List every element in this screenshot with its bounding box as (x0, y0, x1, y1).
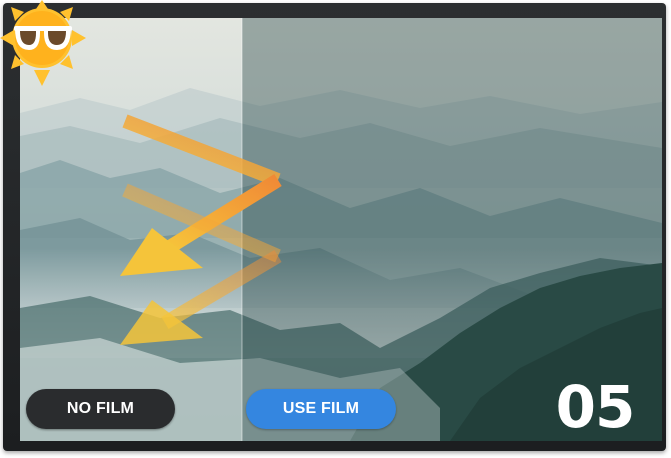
film-comparison-panel: NO FILM USE FILM 05 (0, 0, 671, 458)
step-number: 05 (555, 373, 636, 441)
sun-with-sunglasses-icon (0, 0, 86, 86)
use-film-label: USE FILM (282, 400, 360, 417)
no-film-label: NO FILM (66, 400, 135, 417)
no-film-button[interactable]: NO FILM (26, 389, 175, 429)
use-film-button[interactable]: USE FILM (246, 389, 396, 429)
